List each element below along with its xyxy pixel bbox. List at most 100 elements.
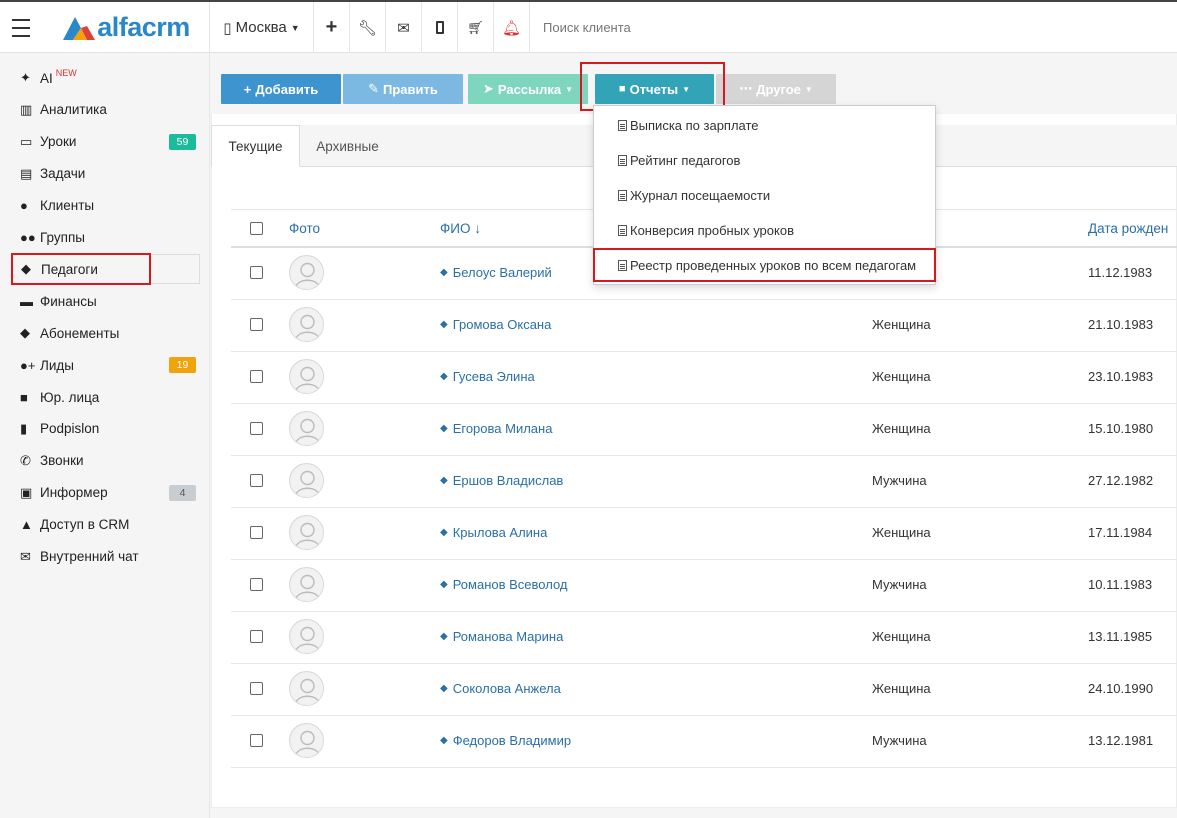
row-checkbox[interactable] <box>250 526 263 539</box>
sidebar-item-9[interactable]: ●+ Лиды 19 <box>12 350 200 380</box>
mailing-button[interactable]: ➤ Рассылка ▼ <box>468 74 588 104</box>
sidebar-item-2[interactable]: ▭ Уроки 59 <box>12 127 200 157</box>
teacher-name: Романова Марина <box>452 629 564 644</box>
dob-cell: 24.10.1990 <box>1088 681 1154 696</box>
row-checkbox[interactable] <box>250 318 263 331</box>
envelope-icon: ✉ <box>20 548 31 564</box>
sidebar-item-label: AI <box>40 70 53 86</box>
teacher-name-link[interactable]: ◆ Романова Марина <box>440 629 563 644</box>
cart-button[interactable]: 🛒︎ <box>458 2 494 53</box>
plus-icon: + <box>325 16 338 38</box>
pencil-icon: ✎ <box>368 81 380 96</box>
logo[interactable]: alfacrm <box>42 2 210 53</box>
menu-item-label: Журнал посещаемости <box>630 188 771 203</box>
teacher-name-link[interactable]: ◆ Романов Всеволод <box>440 577 568 592</box>
menu-item-label: Конверсия пробных уроков <box>630 223 794 238</box>
graduation-cap-icon: ◆ <box>440 579 448 590</box>
col-header-name[interactable]: ФИО ↓ <box>440 221 481 236</box>
users-icon: ●● <box>20 230 36 245</box>
gender-cell: Женщина <box>872 369 931 384</box>
file-icon: ▮ <box>20 420 28 436</box>
col-header-dob[interactable]: Дата рожден <box>1088 221 1168 236</box>
reports-menu-item-2[interactable]: Журнал посещаемости <box>618 188 770 203</box>
reports-menu-item-4[interactable]: Реестр проведенных уроков по всем педаго… <box>618 258 916 273</box>
teacher-name-link[interactable]: ◆ Федоров Владимир <box>440 733 571 748</box>
teacher-name-link[interactable]: ◆ Гусева Элина <box>440 369 535 384</box>
select-all-checkbox[interactable] <box>250 222 263 235</box>
row-checkbox[interactable] <box>250 422 263 435</box>
teacher-name: Белоус Валерий <box>452 265 552 280</box>
row-checkbox[interactable] <box>250 630 263 643</box>
city-selector[interactable]: ▯ Москва ▼ <box>210 2 314 53</box>
row-checkbox[interactable] <box>250 370 263 383</box>
teacher-name: Ершов Владислав <box>452 473 564 488</box>
teacher-name-link[interactable]: ◆ Крылова Алина <box>440 525 547 540</box>
row-checkbox[interactable] <box>250 474 263 487</box>
row-divider <box>231 403 1177 404</box>
row-divider <box>231 663 1177 664</box>
gender-cell: Женщина <box>872 317 931 332</box>
sidebar-item-label: Уроки <box>40 134 77 150</box>
other-button[interactable]: ⋯ Другое ▼ <box>716 74 836 104</box>
row-checkbox[interactable] <box>250 682 263 695</box>
tab-current[interactable]: Текущие <box>211 125 300 167</box>
row-divider <box>231 455 1177 456</box>
client-search-input[interactable]: Поиск клиента <box>543 20 631 35</box>
row-checkbox[interactable] <box>250 734 263 747</box>
teacher-name-link[interactable]: ◆ Егорова Милана <box>440 421 552 436</box>
teacher-name-link[interactable]: ◆ Громова Оксана <box>440 317 551 332</box>
document-icon <box>618 155 627 166</box>
sidebar-item-13[interactable]: ▣ Информер 4 <box>12 478 200 508</box>
avatar <box>289 619 324 654</box>
mobile-button[interactable] <box>422 2 458 53</box>
clipboard-icon: ▤ <box>20 165 33 181</box>
notifications-button[interactable]: 🔔︎ <box>494 2 530 53</box>
count-badge: 59 <box>169 133 196 150</box>
sidebar-item-12[interactable]: ✆ Звонки <box>12 446 200 476</box>
reports-button[interactable]: ■ Отчеты ▼ <box>595 74 714 104</box>
teacher-name-link[interactable]: ◆ Соколова Анжела <box>440 681 561 696</box>
bell-icon: 🔔︎ <box>501 19 522 37</box>
sidebar-item-14[interactable]: ▲ Доступ в CRM <box>12 510 200 540</box>
sidebar-item-3[interactable]: ▤ Задачи <box>12 159 200 189</box>
teacher-name: Федоров Владимир <box>452 733 572 748</box>
add-button[interactable]: + Добавить <box>221 74 341 104</box>
teacher-name-link[interactable]: ◆ Белоус Валерий <box>440 265 552 280</box>
dob-cell: 15.10.1980 <box>1088 421 1154 436</box>
reports-menu-item-3[interactable]: Конверсия пробных уроков <box>618 223 794 238</box>
graduation-cap-icon: ◆ <box>440 371 448 382</box>
city-label: Москва <box>235 19 287 36</box>
sidebar-item-6[interactable]: ◆ Педагоги <box>12 254 200 285</box>
briefcase-icon: ■ <box>20 389 28 405</box>
menu-item-label: Рейтинг педагогов <box>630 153 741 168</box>
sidebar-item-11[interactable]: ▮ Podpislon <box>12 414 200 444</box>
add-quick-button[interactable]: + <box>314 2 350 53</box>
reports-menu-item-0[interactable]: Выписка по зарплате <box>618 118 759 133</box>
avatar <box>289 359 324 394</box>
avatar <box>289 307 324 342</box>
reports-menu-item-1[interactable]: Рейтинг педагогов <box>618 153 740 168</box>
sidebar-item-label: Информер <box>40 485 108 501</box>
edit-button[interactable]: ✎ Править <box>343 74 463 104</box>
menu-toggle[interactable] <box>0 2 42 53</box>
row-checkbox[interactable] <box>250 578 263 591</box>
teacher-name-link[interactable]: ◆ Ершов Владислав <box>440 473 563 488</box>
sidebar-item-7[interactable]: ▬ Финансы <box>12 286 200 316</box>
mail-button[interactable]: ✉ <box>386 2 422 53</box>
tab-archived[interactable]: Архивные <box>300 125 395 167</box>
sidebar-item-5[interactable]: ●● Группы <box>12 223 200 253</box>
row-checkbox[interactable] <box>250 266 263 279</box>
sidebar-item-0[interactable]: ✦ AI NEW <box>12 63 200 93</box>
sidebar-item-4[interactable]: ● Клиенты <box>12 191 200 221</box>
row-divider <box>231 715 1177 716</box>
sidebar-item-1[interactable]: ▥ Аналитика <box>12 95 200 125</box>
sidebar-item-15[interactable]: ✉ Внутренний чат <box>12 542 200 572</box>
gender-cell: Женщина <box>872 681 931 696</box>
sidebar-item-label: Звонки <box>40 453 84 469</box>
count-badge: 19 <box>169 357 196 374</box>
plus-icon: + <box>243 81 252 97</box>
sidebar-item-10[interactable]: ■ Юр. лица <box>12 382 200 412</box>
tools-button[interactable]: 🔧︎ <box>350 2 386 53</box>
gender-cell: Женщина <box>872 525 931 540</box>
sidebar-item-8[interactable]: ◆ Абонементы <box>12 318 200 348</box>
